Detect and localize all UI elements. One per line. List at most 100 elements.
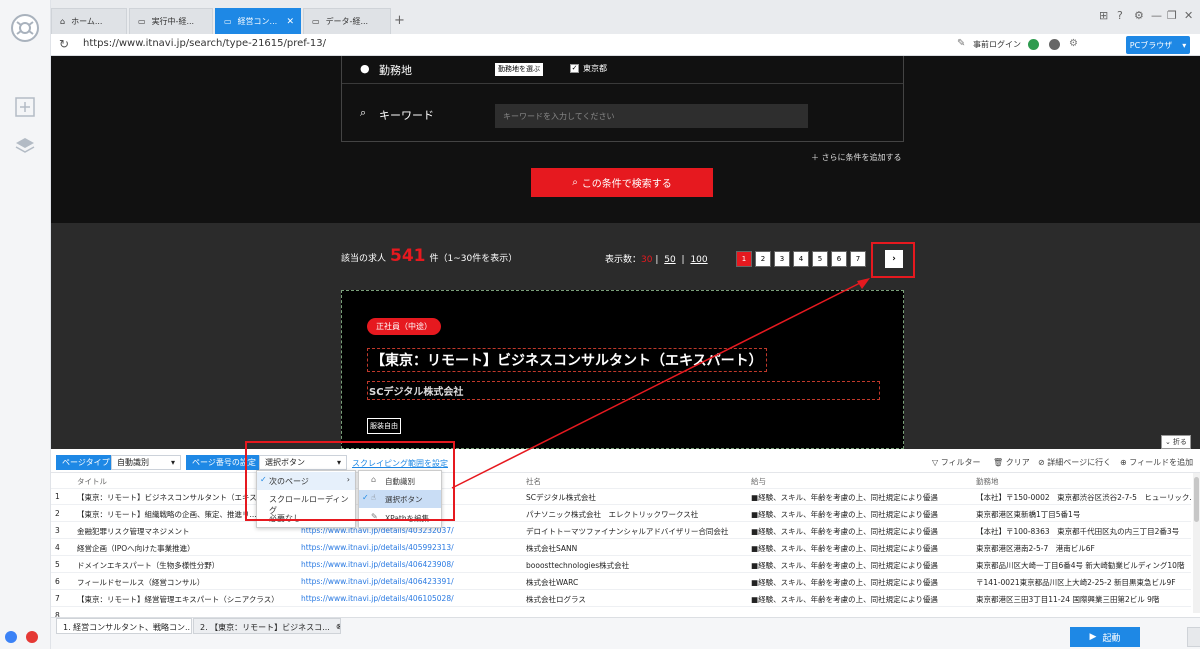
new-tab-icon[interactable]: + <box>394 13 405 28</box>
table-row[interactable]: 6 フィールドセールス（経営コンサル） https://www.itnavi.jp/… <box>51 574 1191 590</box>
table-cell-n: 5 <box>55 560 60 569</box>
table-cell-company: 株式会社WARC <box>526 578 579 587</box>
table-cell-company: パナソニック株式会社 エレクトリックワークス社 <box>526 510 699 519</box>
next-page-button[interactable]: › <box>885 250 903 268</box>
page-type-label: ページタイプ <box>56 455 116 470</box>
page-4[interactable]: 4 <box>793 251 809 267</box>
tab-home[interactable]: ⌂ ホーム... <box>51 8 127 34</box>
clear-button[interactable]: 🗑 クリア <box>993 457 1030 468</box>
page-type-value: 自動識別 <box>117 458 149 467</box>
table-row[interactable]: 1 【東京：リモート】ビジネスコンサルタント（エキスパート） SCデジタル株式会社 ■… <box>51 489 1191 505</box>
bottom-tab-1[interactable]: 1. 経営コンサルタント、戦略コン... <box>56 618 192 634</box>
job-company[interactable]: SCデジタル株式会社 <box>367 381 880 400</box>
table-scrollbar[interactable] <box>1193 473 1200 613</box>
column-header[interactable]: 社名 <box>526 476 746 487</box>
bottom-tab-2[interactable]: 2. 【東京：リモート】ビジネスコ... ⊗ <box>193 618 341 634</box>
gear-icon[interactable]: ⚙ <box>1134 9 1144 22</box>
per-page-selector: 表示数：30 | 50 | 100 <box>605 255 708 265</box>
table-cell-place: 【本社】〒150-0002 東京都渋谷区渋谷2-7-5 ヒューリック... <box>976 493 1191 502</box>
table-row[interactable]: 2 【東京：リモート】組織戦略の企画、策定、推進リ... パナソニック株式会社 エレ… <box>51 506 1191 522</box>
search-button[interactable]: ⌕ この条件で検索する <box>531 168 713 197</box>
table-row[interactable]: 4 経営企画（IPOへ向けた事業推進） https://www.itnavi.jp/… <box>51 540 1191 556</box>
table-cell-place: 東京都港区東新橋1丁目5番1号 <box>976 510 1081 519</box>
keyword-input[interactable]: キーワードを入力してください <box>495 104 808 128</box>
page-1[interactable]: 1 <box>736 251 752 267</box>
bottom-tab-label: 2. 【東京：リモート】ビジネスコ... <box>200 623 330 632</box>
table-cell-company: 株式会社SANN <box>526 544 578 553</box>
job-card[interactable]: 正社員（中途） 【東京：リモート】ビジネスコンサルタント（エキスパート） SCデ… <box>341 290 904 449</box>
page-type-select[interactable]: 自動識別 ▾ <box>111 455 181 470</box>
page-6[interactable]: 6 <box>831 251 847 267</box>
web-page: ● 勤務地 勤務地を選ぶ ✓ 東京都 ⌕ キーワード キーワードを入力してくださ… <box>51 56 1200 449</box>
annotation-frame <box>245 441 455 521</box>
link-icon: ⊘ <box>1038 458 1048 467</box>
filter-button[interactable]: ▽ フィルター <box>932 457 981 468</box>
table-cell-salary: ■経験、スキル、年齢を考慮の上、同社規定により優遇 <box>751 595 938 604</box>
chevron-down-icon: ▾ <box>1182 40 1187 50</box>
new-task-icon[interactable] <box>14 96 36 118</box>
left-sidebar <box>0 0 51 649</box>
restore-icon[interactable]: ❐ <box>1167 9 1177 22</box>
run-button[interactable]: ▶ 起動 <box>1070 627 1140 647</box>
location-select-button[interactable]: 勤務地を選ぶ <box>495 63 543 76</box>
help-icon[interactable]: ? <box>1117 9 1123 22</box>
plus-icon: ＋ <box>811 153 822 162</box>
column-header[interactable]: 給与 <box>751 476 969 487</box>
result-prefix: 該当の求人 <box>341 254 387 264</box>
add-condition-link[interactable]: ＋ さらに条件を追加する <box>811 152 902 163</box>
per-page-30[interactable]: 30 <box>641 255 652 265</box>
table-row[interactable]: 5 ドメインエキスパート（生物多様性分野） https://www.itnavi.j… <box>51 557 1191 573</box>
edit-icon[interactable]: ✎ <box>957 38 965 49</box>
run-label: 起動 <box>1102 633 1121 644</box>
table-row[interactable]: 7 【東京：リモート】経営管理エキスパート（シニアクラス） https://www.… <box>51 591 1191 607</box>
tab-data[interactable]: ▭ データ-経... <box>303 8 391 34</box>
gear-icon[interactable]: ⚙ <box>1069 38 1078 49</box>
column-header[interactable]: 勤務地 <box>976 476 1191 487</box>
prelogin-link[interactable]: 事前ログイン <box>973 39 1021 50</box>
minimize-icon[interactable]: — <box>1151 9 1162 22</box>
table-cell-n: 1 <box>55 492 60 501</box>
skype-icon[interactable] <box>5 631 17 643</box>
table-cell-n: 4 <box>55 543 60 552</box>
add-field-button[interactable]: ⊕ フィールドを追加 <box>1120 457 1193 468</box>
collapse-button[interactable]: ⌄ 折る <box>1161 435 1191 449</box>
gift-icon[interactable]: ⊞ <box>1099 9 1108 22</box>
per-page-50[interactable]: 50 <box>664 255 675 265</box>
table-cell-salary: ■経験、スキル、年齢を考慮の上、同社規定により優遇 <box>751 578 938 587</box>
tab-strip: ⌂ ホーム... ▭ 実行中-経... ▭ 経営コン... ✕ ▭ データ-経... + … <box>51 0 1200 34</box>
tab-running[interactable]: ▭ 実行中-経... <box>129 8 213 34</box>
close-icon[interactable]: ✕ <box>286 17 294 27</box>
home-icon: ⌂ <box>60 17 66 26</box>
scrollbar-thumb[interactable] <box>1194 477 1199 522</box>
close-icon[interactable]: ⊗ <box>336 622 340 631</box>
reload-icon[interactable]: ↻ <box>59 37 69 51</box>
pc-browser-label: PCブラウザ <box>1129 40 1173 50</box>
tokyo-checkbox[interactable]: ✓ <box>570 64 579 73</box>
layers-icon[interactable] <box>14 135 36 157</box>
job-title[interactable]: 【東京：リモート】ビジネスコンサルタント（エキスパート） <box>367 348 767 372</box>
save-button[interactable]: 保存 <box>1187 627 1200 647</box>
close-window-icon[interactable]: ✕ <box>1184 9 1193 22</box>
table-cell-link: https://www.itnavi.jp/details/406105028/ <box>301 594 454 603</box>
detail-page-button[interactable]: ⊘ 詳細ページに行く <box>1038 457 1111 468</box>
data-table: タイトル 社名 給与 勤務地 1 【東京：リモート】ビジネスコンサルタント（エキスパート）… <box>51 473 1191 624</box>
page-5[interactable]: 5 <box>812 251 828 267</box>
page-3[interactable]: 3 <box>774 251 790 267</box>
chevron-down-icon: ▾ <box>170 458 175 467</box>
page-2[interactable]: 2 <box>755 251 771 267</box>
detail-label: 詳細ページに行く <box>1047 458 1112 467</box>
result-count: 該当の求人 541 件（1~30件を表示） <box>341 246 517 266</box>
per-page-100[interactable]: 100 <box>690 255 707 265</box>
table-cell-title: ドメインエキスパート（生物多様性分野） <box>77 561 220 570</box>
page-7[interactable]: 7 <box>850 251 866 267</box>
table-cell-title: 経営企画（IPOへ向けた事業推進） <box>77 544 195 553</box>
table-row[interactable]: 3 金融犯罪リスク管理マネジメント https://www.itnavi.jp/de… <box>51 523 1191 539</box>
url-field[interactable]: https://www.itnavi.jp/search/type-21615/… <box>83 38 326 49</box>
keyword-label: キーワード <box>379 109 434 122</box>
tab-label: 経営コン... <box>237 17 278 26</box>
table-cell-link: https://www.itnavi.jp/details/405992313/ <box>301 543 454 552</box>
pc-browser-button[interactable]: PCブラウザ ▾ <box>1126 36 1190 54</box>
youtube-icon[interactable] <box>26 631 38 643</box>
tab-active[interactable]: ▭ 経営コン... ✕ <box>215 8 301 34</box>
extension-icon[interactable] <box>1049 39 1060 50</box>
